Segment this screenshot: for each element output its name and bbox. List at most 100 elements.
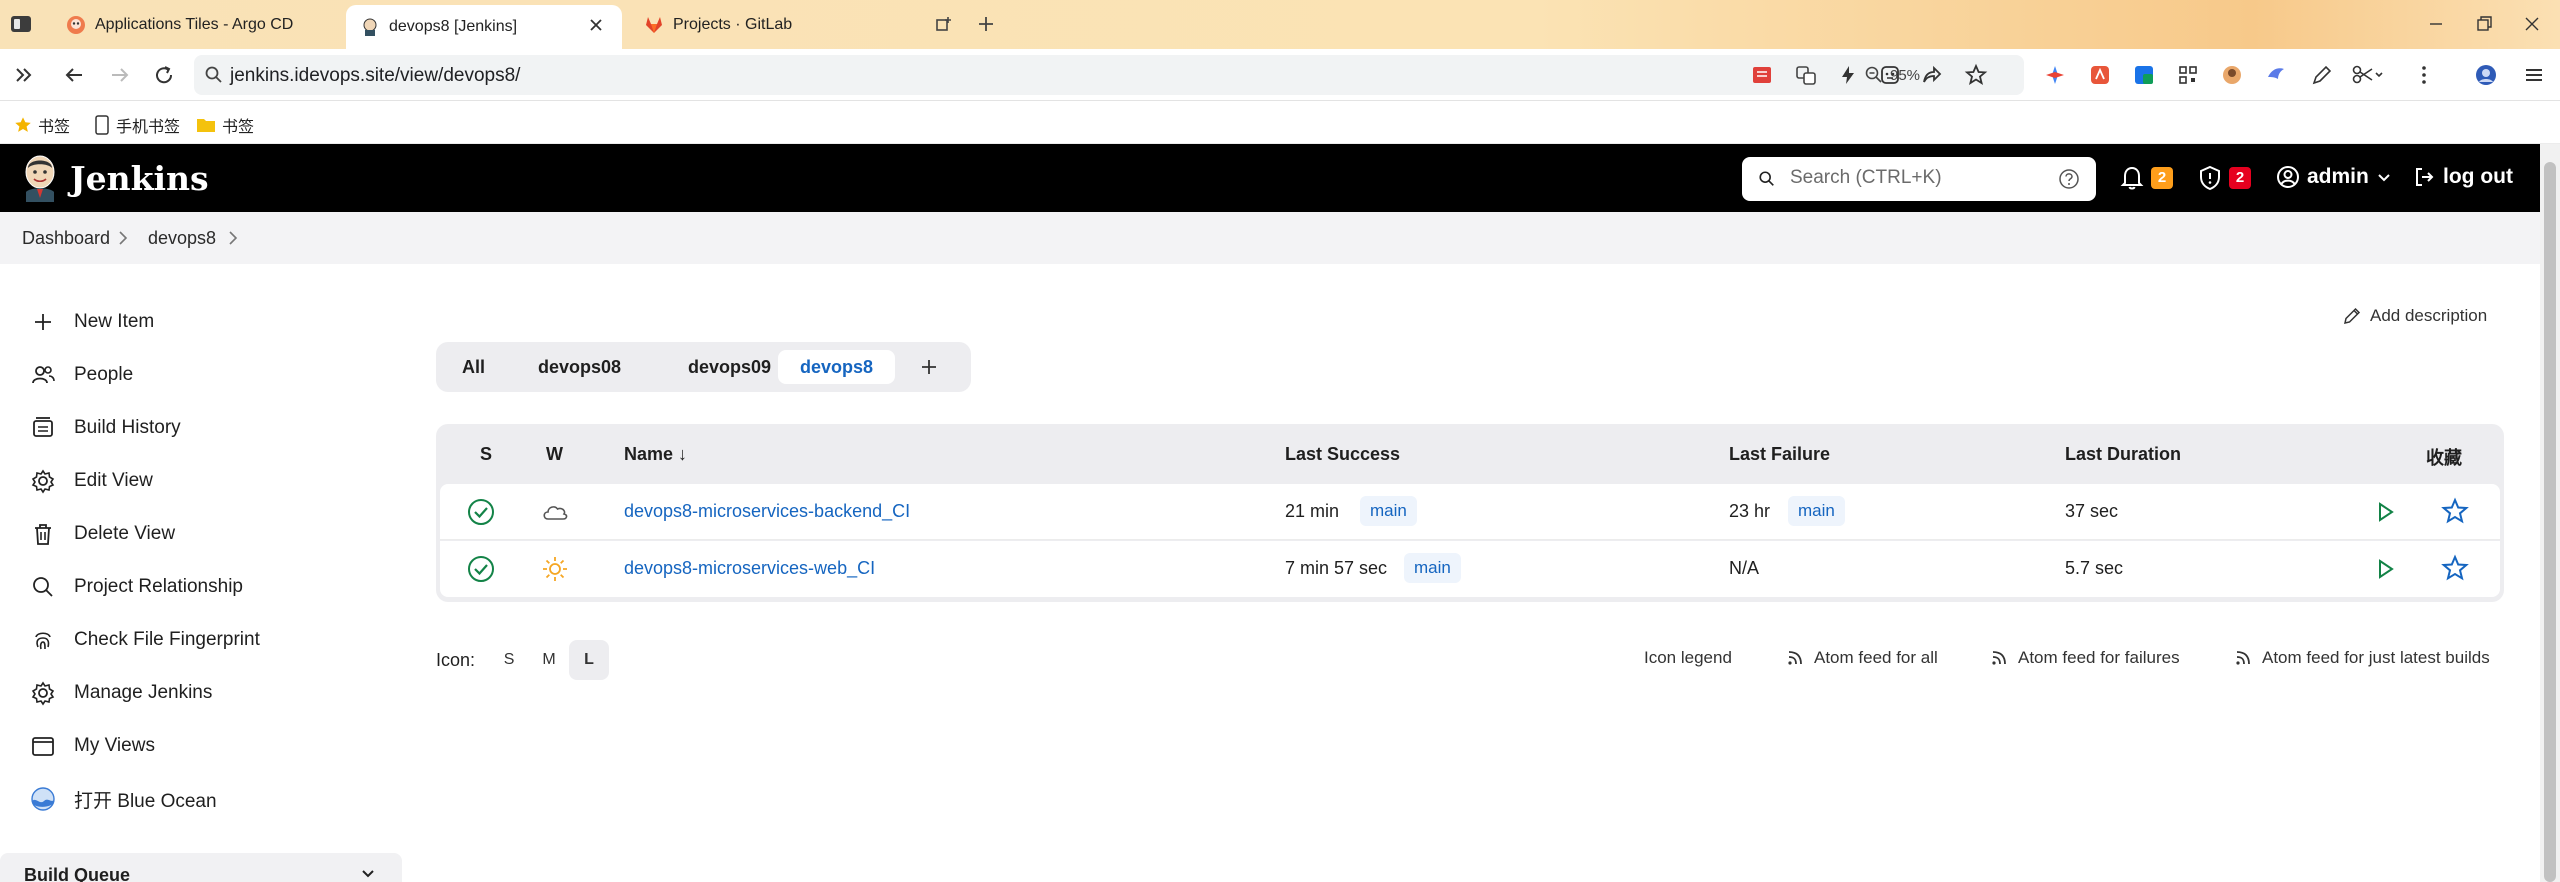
sidebar-item-blue-ocean[interactable]: 打开 Blue Ocean — [30, 779, 217, 819]
close-tab-icon[interactable] — [586, 15, 606, 35]
new-tab-icon[interactable] — [976, 14, 996, 34]
tab-devops09[interactable]: devops09 — [666, 350, 793, 384]
play-build-icon[interactable] — [2370, 497, 2400, 527]
column-header-name[interactable]: Name ↓ — [624, 444, 687, 465]
sidebar-item-project-relationship[interactable]: Project Relationship — [30, 567, 243, 607]
tab-argo-cd[interactable]: Applications Tiles - Argo CD — [52, 5, 340, 45]
help-icon[interactable] — [2058, 168, 2080, 190]
bookmark-folder[interactable]: 书签 — [196, 113, 254, 137]
jenkins-home-link[interactable]: Jenkins — [20, 154, 209, 202]
office-extension-icon[interactable] — [2132, 63, 2156, 87]
search-box[interactable] — [1742, 157, 2096, 201]
sidebar-item-build-history[interactable]: Build History — [30, 408, 181, 448]
tab-devops08[interactable]: devops08 — [516, 350, 643, 384]
atom-feed-failures-link[interactable]: Atom feed for failures — [1990, 648, 2180, 668]
restore-icon[interactable] — [2474, 14, 2494, 34]
sidebar-item-people[interactable]: People — [30, 355, 133, 395]
user-menu[interactable]: admin — [2276, 165, 2392, 189]
minimize-icon[interactable] — [2426, 14, 2446, 34]
column-header-last-success[interactable]: Last Success — [1285, 444, 1400, 465]
shield-icon — [2200, 165, 2220, 191]
job-link[interactable]: devops8-microservices-backend_CI — [624, 501, 910, 522]
icon-legend-link[interactable]: Icon legend — [1644, 648, 1732, 668]
scrollbar-thumb[interactable] — [2544, 162, 2556, 882]
sidebar-item-manage-jenkins[interactable]: Manage Jenkins — [30, 673, 212, 713]
column-header-last-duration[interactable]: Last Duration — [2065, 444, 2181, 465]
column-header-status[interactable]: S — [480, 444, 492, 465]
bird-extension-icon[interactable] — [2264, 63, 2288, 87]
tab-jenkins[interactable]: devops8 [Jenkins] — [346, 5, 622, 49]
translate-icon[interactable] — [1794, 63, 1818, 87]
forward-icon[interactable] — [108, 63, 132, 87]
more-menu-icon[interactable] — [2412, 63, 2436, 87]
back-icon[interactable] — [62, 63, 86, 87]
atom-feed-all-link[interactable]: Atom feed for all — [1786, 648, 1938, 668]
build-queue-panel[interactable]: Build Queue — [0, 853, 402, 882]
profile-icon[interactable] — [2474, 63, 2498, 87]
view-tabs: All devops08 devops09 devops8 — [436, 342, 971, 392]
sidebar-toggle-icon[interactable] — [10, 14, 32, 34]
sidebar-item-new-item[interactable]: New Item — [30, 302, 154, 342]
column-header-weather[interactable]: W — [546, 444, 563, 465]
add-description-link[interactable]: Add description — [2342, 306, 2487, 326]
site-info-icon[interactable] — [204, 65, 224, 85]
reader-icon[interactable] — [1750, 63, 1774, 87]
lightning-icon[interactable] — [1836, 63, 1860, 87]
gear-icon — [31, 681, 55, 706]
sidebar-item-my-views[interactable]: My Views — [30, 726, 155, 766]
address-bar[interactable]: jenkins.idevops.site/view/devops8/ 95% — [194, 55, 2024, 95]
sidebar-item-check-file-fingerprint[interactable]: Check File Fingerprint — [30, 620, 260, 660]
extension-colorful-icon[interactable] — [2043, 63, 2067, 87]
page-scrollbar[interactable] — [2540, 144, 2560, 882]
favorite-star-icon[interactable] — [2440, 554, 2470, 584]
tab-gitlab[interactable]: Projects · GitLab — [630, 5, 910, 45]
bookmark-item[interactable]: 手机书签 — [94, 113, 180, 137]
branch-tag[interactable]: main — [1788, 496, 1845, 526]
notifications-button[interactable]: 2 — [2120, 165, 2173, 191]
menu-icon[interactable] — [2522, 63, 2546, 87]
bookmark-star-icon[interactable] — [1964, 63, 1988, 87]
pen-extension-icon[interactable] — [2310, 63, 2334, 87]
icon-size-m[interactable]: M — [529, 640, 569, 680]
scissors-icon[interactable] — [2350, 63, 2384, 87]
reload-icon[interactable] — [152, 63, 176, 87]
tab-devops8[interactable]: devops8 — [778, 350, 896, 384]
rss-icon — [1992, 651, 2006, 665]
play-build-icon[interactable] — [2370, 554, 2400, 584]
breadcrumb-devops8[interactable]: devops8 — [148, 228, 216, 249]
screenshot-icon[interactable] — [1878, 63, 1902, 87]
favorite-star-icon[interactable] — [2440, 497, 2470, 527]
bookmarks-bar: 书签 手机书签 书签 — [0, 102, 2560, 144]
close-window-icon[interactable] — [2522, 14, 2542, 34]
security-button[interactable]: 2 — [2198, 165, 2251, 191]
logout-button[interactable]: log out — [2412, 165, 2513, 189]
chevron-right-icon[interactable] — [226, 230, 240, 246]
people-icon — [32, 366, 55, 384]
extension-menu-icon[interactable] — [12, 63, 36, 87]
job-link[interactable]: devops8-microservices-web_CI — [624, 558, 875, 579]
qr-extension-icon[interactable] — [2176, 63, 2200, 87]
branch-tag[interactable]: main — [1360, 496, 1417, 526]
search-input[interactable] — [1790, 167, 2030, 189]
argo-favicon-icon — [67, 16, 85, 34]
chevron-down-icon — [2378, 174, 2390, 182]
sidebar-item-edit-view[interactable]: Edit View — [30, 461, 153, 501]
chevron-down-icon[interactable] — [360, 867, 376, 881]
share-icon[interactable] — [1920, 63, 1944, 87]
last-success-time: 21 min — [1285, 501, 1340, 521]
sidebar-item-delete-view[interactable]: Delete View — [30, 514, 175, 554]
tab-groups-icon[interactable] — [934, 14, 954, 34]
breadcrumb-dashboard[interactable]: Dashboard — [22, 228, 110, 249]
bookmark-item[interactable]: 书签 — [14, 113, 70, 137]
tab-all[interactable]: All — [440, 350, 507, 384]
browser-toolbar: jenkins.idevops.site/view/devops8/ 95% — [0, 49, 2560, 101]
avatar-extension-icon[interactable] — [2220, 63, 2244, 87]
branch-tag[interactable]: main — [1404, 553, 1461, 583]
add-view-icon[interactable] — [916, 354, 942, 380]
icon-size-l[interactable]: L — [569, 640, 610, 680]
atom-feed-latest-link[interactable]: Atom feed for just latest builds — [2234, 648, 2490, 668]
pdf-extension-icon[interactable] — [2088, 63, 2112, 87]
notifications-badge: 2 — [2151, 167, 2173, 189]
column-header-last-failure[interactable]: Last Failure — [1729, 444, 1830, 465]
icon-size-s[interactable]: S — [489, 640, 529, 680]
